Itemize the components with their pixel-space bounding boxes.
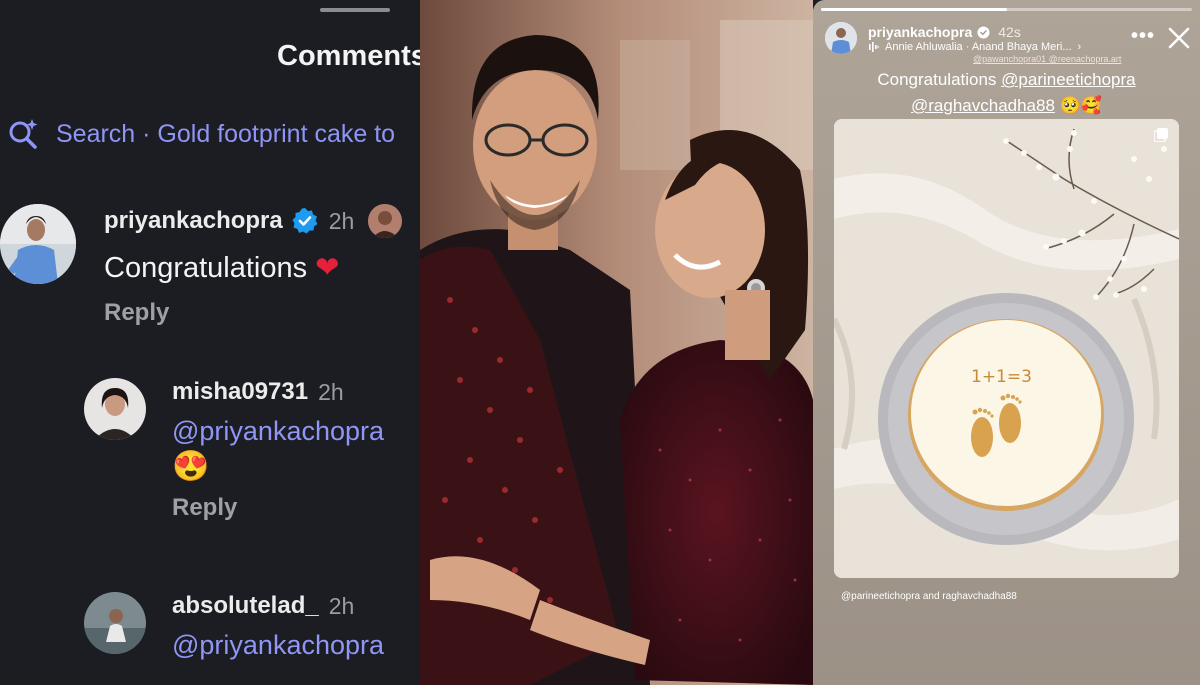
story-progress-bar — [821, 8, 1192, 11]
heart-emoji: ❤ — [315, 252, 340, 284]
comment-username[interactable]: misha09731 — [172, 378, 308, 406]
comment-item: priyankachopra 2h Congratulations ❤ Reply — [0, 204, 403, 327]
mention-raghavchadha88[interactable]: @raghavchadha88 — [911, 96, 1055, 115]
comments-panel: Comments Search · Gold footprint cake to… — [0, 0, 420, 685]
reshared-cake-photo[interactable] — [834, 119, 1179, 578]
story-tagged-users[interactable]: @parineetichopra and raghavchadha88 — [841, 591, 1017, 602]
story-viewer: priyankachopra 42s Annie Ahluwalia · Ana… — [813, 0, 1200, 685]
reply-button[interactable]: Reply — [104, 299, 402, 327]
chevron-right-icon: › — [1077, 41, 1082, 53]
sheet-grabber[interactable] — [320, 8, 390, 12]
search-sparkle-icon — [9, 119, 38, 149]
story-caption-line1: Congratulations @parineetichopra — [813, 70, 1200, 90]
comment-username[interactable]: priyankachopra — [104, 207, 283, 235]
story-username[interactable]: priyankachopra — [868, 24, 972, 40]
cake-illustration — [834, 119, 1179, 578]
mention-parineetichopra[interactable]: @parineetichopra — [1001, 70, 1135, 89]
comment-text: Congratulations — [104, 252, 308, 284]
couple-photo — [420, 0, 813, 685]
comment-username[interactable]: absolutelad_ — [172, 592, 319, 620]
verified-badge-icon — [292, 208, 318, 234]
comments-title: Comments — [277, 40, 420, 72]
caption-emojis: 🥺🥰 — [1059, 96, 1102, 115]
story-credits[interactable]: @pawanchopra01 @reenachopra.art — [973, 54, 1121, 64]
story-caption-line2: @raghavchadha88 🥺🥰 — [813, 96, 1200, 116]
story-time: 42s — [998, 24, 1021, 40]
search-suggestion[interactable]: Search · Gold footprint cake to — [56, 120, 395, 149]
multi-photo-icon — [1154, 128, 1168, 142]
close-icon[interactable] — [1167, 26, 1191, 50]
verified-badge-icon — [977, 25, 990, 39]
heart-eyes-emoji: 😍 — [172, 450, 210, 483]
music-icon — [869, 42, 879, 52]
story-music-title[interactable]: Annie Ahluwalia · Anand Bhaya Meri... — [885, 41, 1072, 53]
comment-item: absolutelad_ 2h @priyankachopra — [84, 592, 384, 661]
story-username-row[interactable]: priyankachopra 42s — [868, 24, 1021, 40]
avatar[interactable] — [0, 204, 76, 284]
comment-time: 2h — [328, 592, 355, 619]
comment-mention-link[interactable]: @priyankachopra — [172, 416, 384, 447]
reply-button[interactable]: Reply — [172, 494, 384, 522]
avatar[interactable] — [84, 592, 146, 654]
avatar[interactable] — [84, 378, 146, 440]
caption-text: Congratulations — [877, 70, 997, 89]
liked-by-author-avatar — [368, 204, 403, 238]
comment-time: 2h — [318, 378, 344, 405]
photo-illustration — [420, 0, 813, 685]
more-icon[interactable]: ••• — [1131, 26, 1155, 46]
story-avatar[interactable] — [825, 22, 857, 54]
comment-item: misha09731 2h @priyankachopra 😍 Reply — [84, 378, 384, 522]
comment-time: 2h — [328, 207, 355, 234]
search-bar[interactable]: Search · Gold footprint cake to — [6, 116, 395, 152]
cake-message: 1+1=3 — [971, 367, 1032, 387]
story-music-row[interactable]: Annie Ahluwalia · Anand Bhaya Meri... › — [869, 41, 1081, 53]
comment-mention-link[interactable]: @priyankachopra — [172, 630, 384, 661]
